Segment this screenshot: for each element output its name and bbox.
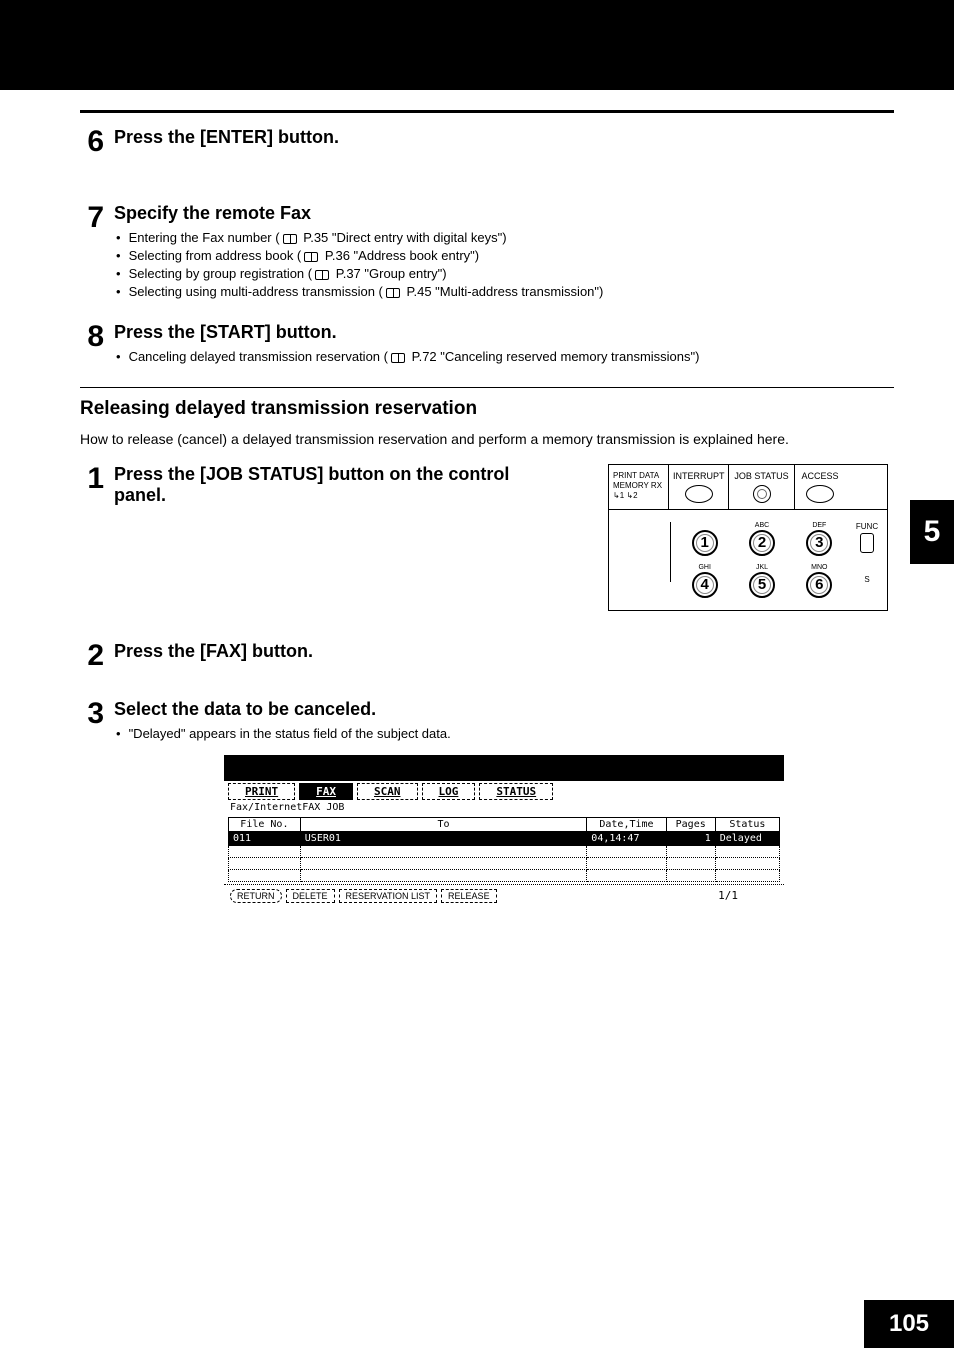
step-b3: 3 Select the data to be canceled. "Delay… [80, 699, 894, 907]
book-icon [315, 270, 329, 280]
panel-screen [615, 522, 671, 582]
book-icon [304, 252, 318, 262]
section-desc: How to release (cancel) a delayed transm… [80, 430, 894, 450]
step-title: Press the [ENTER] button. [114, 127, 894, 148]
access-button-icon [806, 485, 834, 503]
table-row [229, 869, 780, 881]
step3-note: "Delayed" appears in the status field of… [129, 726, 451, 741]
step-number: 2 [80, 641, 114, 671]
header-bar [0, 0, 954, 90]
panel-col-interrupt: INTERRUPT [673, 471, 725, 481]
page-indicator: 1/1 [718, 889, 738, 902]
step-title: Press the [FAX] button. [114, 641, 894, 662]
step-number: 6 [80, 127, 114, 157]
func-label: FUNC [853, 522, 881, 531]
tab-print[interactable]: PRINT [228, 783, 295, 800]
page-number: 105 [864, 1300, 954, 1348]
keypad-key-4: GHI4 [681, 564, 728, 598]
cell-file: 011 [229, 831, 301, 845]
s-label: S [853, 575, 881, 584]
func-button-icon [860, 533, 874, 553]
cell-status: Delayed [715, 831, 779, 845]
table-row [229, 845, 780, 857]
col-header: Status [715, 817, 779, 831]
device-screen: PRINTFAXSCANLOGSTATUS Fax/InternetFAX JO… [224, 755, 784, 907]
step-b2: 2 Press the [FAX] button. [80, 641, 894, 671]
chapter-tab: 5 [910, 500, 954, 564]
step-title: Specify the remote Fax [114, 203, 894, 224]
cell-dt: 04,14:47 [587, 831, 666, 845]
keypad-key-2: ABC2 [738, 522, 785, 556]
keypad-key-1: 1 [681, 522, 728, 556]
step-b1: 1 Press the [JOB STATUS] button on the c… [80, 464, 894, 611]
step-title: Press the [START] button. [114, 322, 894, 343]
col-header: Date,Time [587, 817, 666, 831]
col-header: File No. [229, 817, 301, 831]
delete-button[interactable]: DELETE [286, 889, 335, 903]
col-header: To [300, 817, 587, 831]
table-row-selected[interactable]: 011 USER01 04,14:47 1 Delayed [229, 831, 780, 845]
jobstatus-button-icon [753, 485, 771, 503]
step-a8: 8Press the [START] button. Canceling dela… [80, 322, 894, 367]
cell-pages: 1 [666, 831, 715, 845]
step-a6: 6Press the [ENTER] button. [80, 127, 894, 157]
job-table: File No.ToDate,TimePagesStatus 011 USER0… [228, 817, 780, 882]
top-rule [80, 110, 894, 113]
keypad-key-5: JKL5 [738, 564, 785, 598]
step-number: 3 [80, 699, 114, 907]
step-title: Select the data to be canceled. [114, 699, 894, 720]
bullet-item: Entering the Fax number ( P.35 "Direct e… [116, 230, 894, 245]
keypad-key-6: MNO6 [796, 564, 843, 598]
bullet-item: Selecting from address book ( P.36 "Addr… [116, 248, 894, 263]
release-button[interactable]: RELEASE [441, 889, 497, 903]
control-panel-illustration: PRINT DATA MEMORY RX ↳1 ↳2 INTERRUPT JOB… [608, 464, 888, 611]
interrupt-button-icon [685, 485, 713, 503]
book-icon [386, 288, 400, 298]
panel-col-jobstatus: JOB STATUS [734, 471, 788, 481]
screen-subtitle: Fax/InternetFAX JOB [224, 800, 784, 815]
tab-fax[interactable]: FAX [299, 783, 353, 800]
book-icon [283, 234, 297, 244]
keypad: 1 ABC2 DEF3 GHI4 JKL5 MNO6 [671, 522, 853, 598]
step-number: 7 [80, 203, 114, 302]
panel-col-access: ACCESS [801, 471, 838, 481]
section-rule [80, 387, 894, 388]
step-number: 8 [80, 322, 114, 367]
bullet-item: Canceling delayed transmission reservati… [116, 349, 894, 364]
table-row [229, 857, 780, 869]
panel-left-labels: PRINT DATA MEMORY RX ↳1 ↳2 [609, 465, 669, 509]
return-button[interactable]: RETURN [230, 889, 282, 903]
tab-status[interactable]: STATUS [479, 783, 553, 800]
step-number: 1 [80, 464, 114, 494]
tab-scan[interactable]: SCAN [357, 783, 418, 800]
bullet-item: Selecting using multi-address transmissi… [116, 284, 894, 299]
step-title: Press the [JOB STATUS] button on the con… [114, 464, 534, 506]
tab-log[interactable]: LOG [422, 783, 476, 800]
col-header: Pages [666, 817, 715, 831]
cell-to: USER01 [300, 831, 587, 845]
step-a7: 7Specify the remote Fax Entering the Fax … [80, 203, 894, 302]
reservation-list-button[interactable]: RESERVATION LIST [339, 889, 438, 903]
page-content: 6Press the [ENTER] button. 7Specify the r… [0, 90, 954, 907]
bullet-item: Selecting by group registration ( P.37 "… [116, 266, 894, 281]
keypad-key-3: DEF3 [796, 522, 843, 556]
section-title: Releasing delayed transmission reservati… [80, 398, 894, 420]
book-icon [391, 353, 405, 363]
